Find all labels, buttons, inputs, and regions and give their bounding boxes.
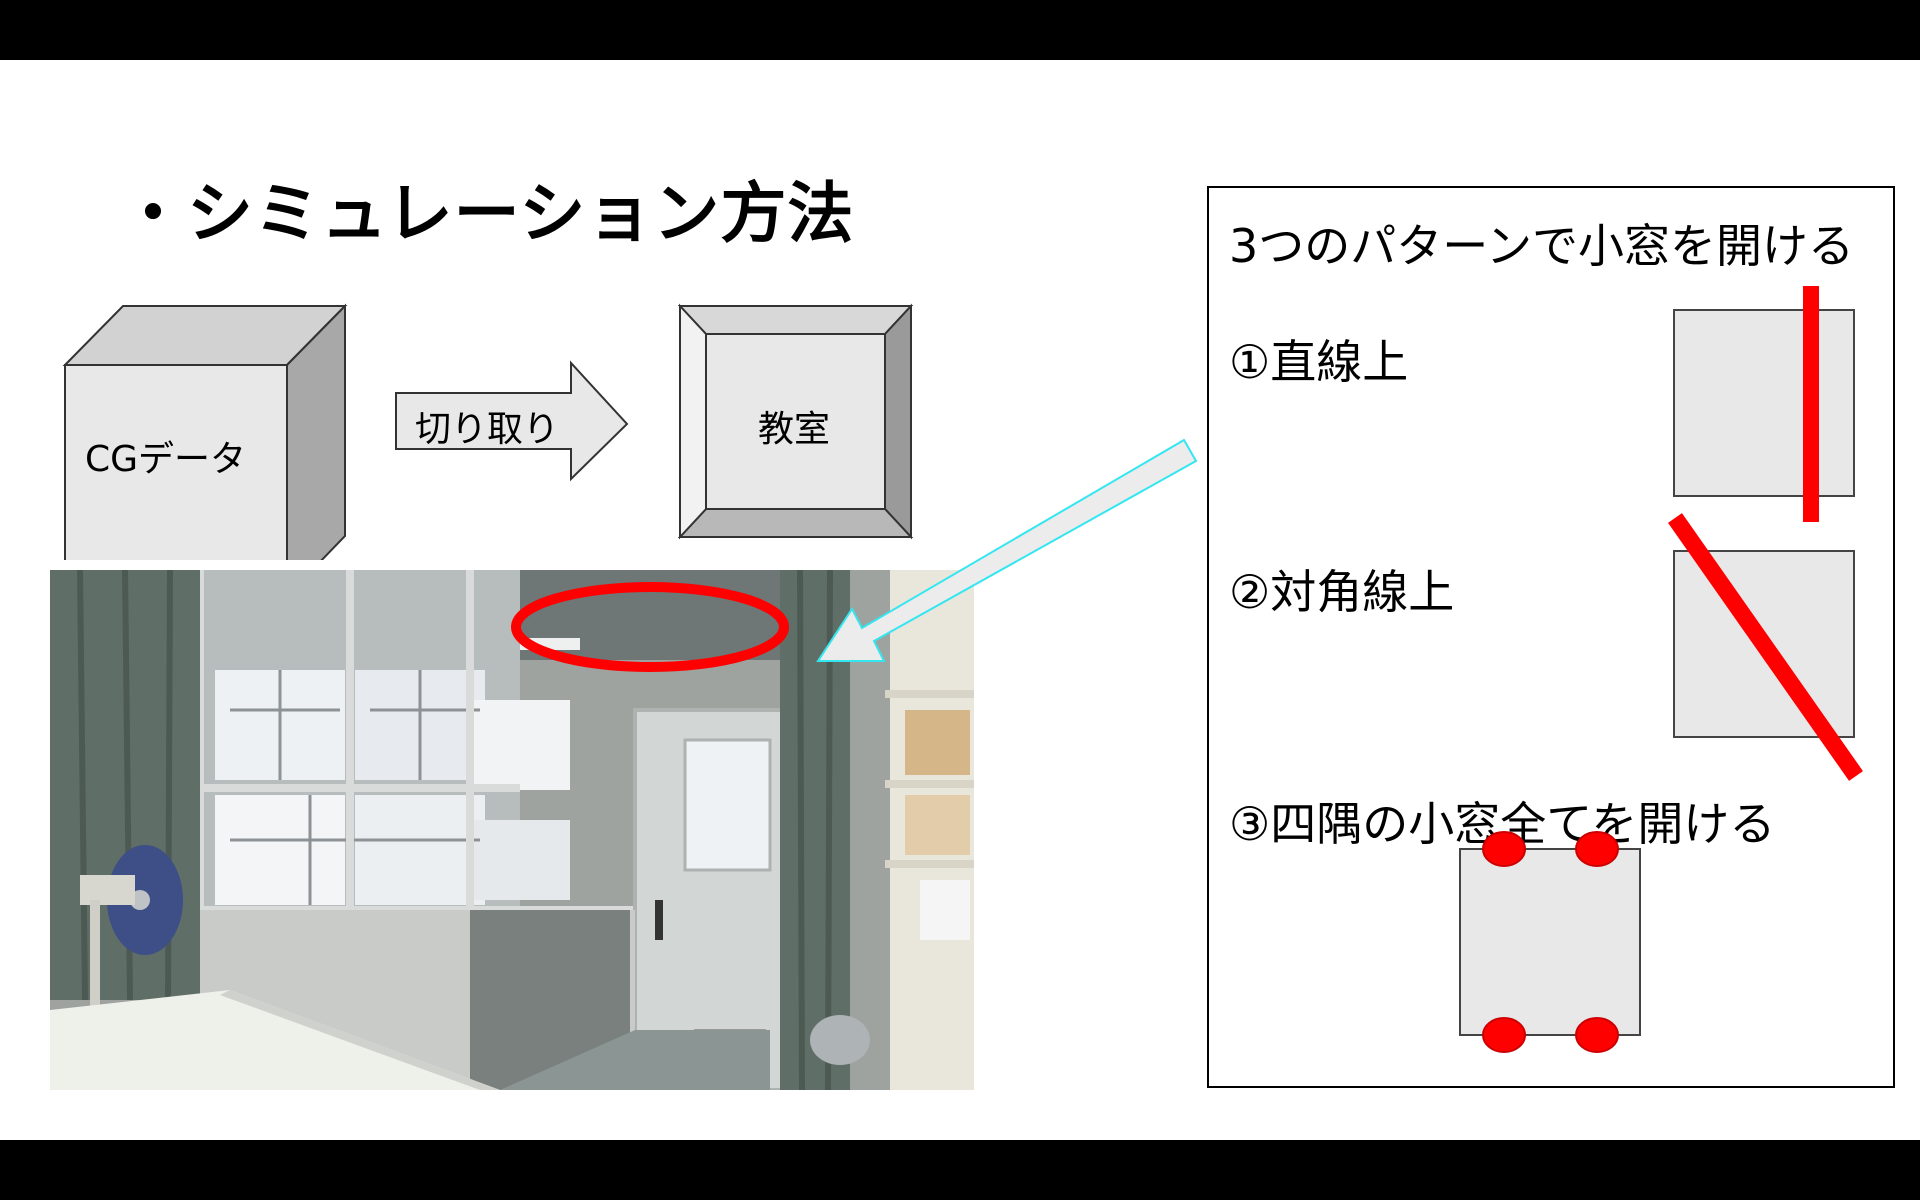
pattern-1-line	[1803, 286, 1819, 522]
pattern-3-dot-bl	[1482, 1017, 1526, 1053]
patterns-panel: 3つのパターンで小窓を開ける ①直線上 ②対角線上 ③四隅の小窓全てを開ける	[1207, 186, 1895, 1088]
pattern-3-window	[1459, 848, 1641, 1036]
pattern-3-dot-br	[1575, 1017, 1619, 1053]
pattern-3-dot-tl	[1482, 831, 1526, 867]
pattern-1-window	[1673, 309, 1855, 497]
pattern-diagrams	[1459, 286, 1863, 1053]
slide: ・シミュレーション方法 CGデータ 切り取り 教室 3つのパターンで小窓を開ける…	[0, 60, 1920, 1140]
pattern-3-dot-tr	[1575, 831, 1619, 867]
